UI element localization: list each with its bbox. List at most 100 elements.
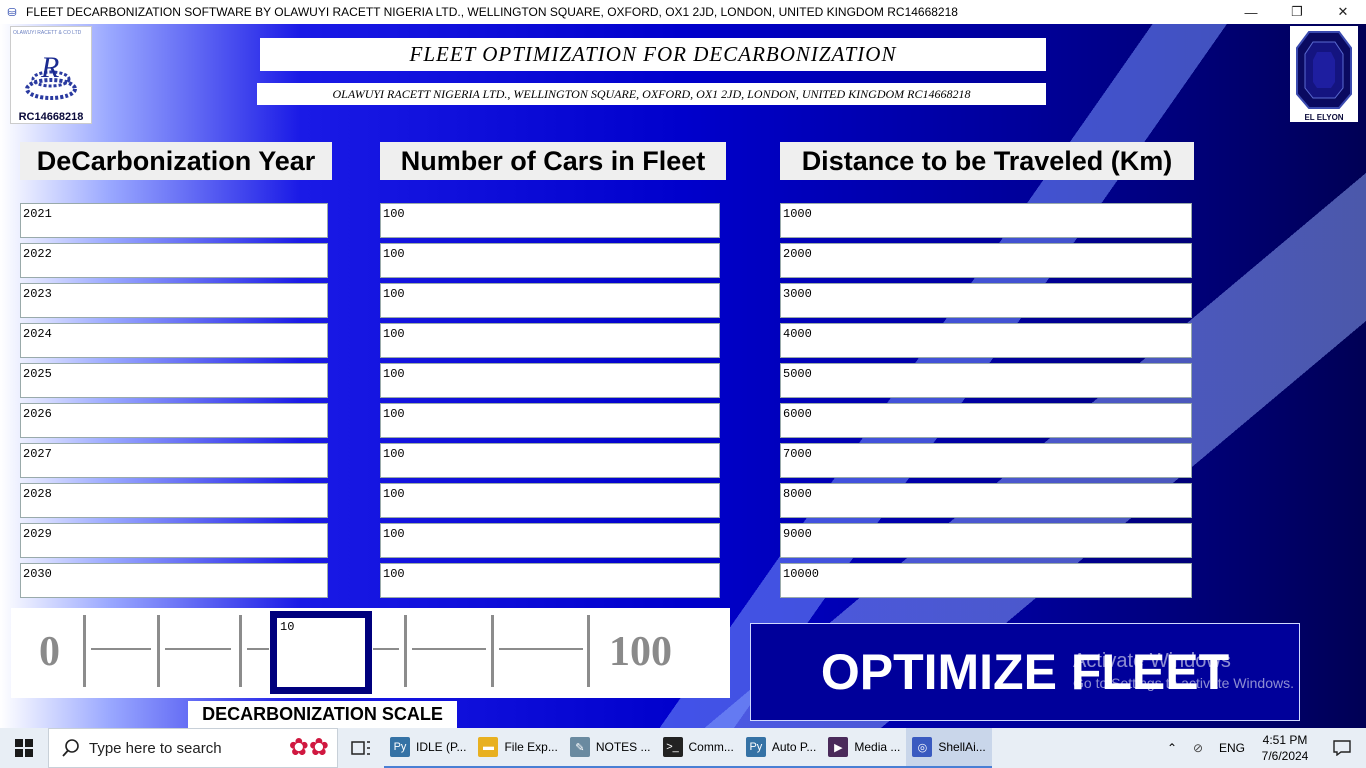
windows-logo-icon — [15, 739, 33, 757]
gem-logo-label: EL ELYON — [1304, 113, 1344, 122]
start-button[interactable] — [0, 728, 48, 768]
distance-input[interactable]: 10000 — [780, 563, 1192, 598]
taskbar-app-button[interactable]: >_ Comm... — [656, 728, 740, 768]
taskbar-app-label: Auto P... — [771, 740, 817, 754]
taskbar-app-button[interactable]: Py IDLE (P... — [384, 728, 473, 768]
cars-input[interactable]: 100 — [380, 483, 720, 518]
year-input[interactable]: 2028 — [20, 483, 328, 518]
app-logo-icon: ⛁ — [7, 6, 17, 19]
taskbar-app-button[interactable]: Py Auto P... — [739, 728, 823, 768]
maximize-button[interactable]: ❐ — [1274, 0, 1320, 24]
cars-input[interactable]: 100 — [380, 283, 720, 318]
taskbar-app-label: Comm... — [688, 740, 734, 754]
cars-input[interactable]: 100 — [380, 243, 720, 278]
window-titlebar: ⛁ FLEET DECARBONIZATION SOFTWARE BY OLAW… — [0, 0, 1366, 24]
taskbar-search[interactable]: Type here to search ✿✿ — [48, 728, 338, 768]
clock[interactable]: 4:51 PM 7/6/2024 — [1252, 732, 1318, 764]
notifications-button[interactable] — [1318, 728, 1366, 768]
year-input[interactable]: 2024 — [20, 323, 328, 358]
year-input[interactable]: 2026 — [20, 403, 328, 438]
year-input[interactable]: 2021 — [20, 203, 328, 238]
scale-line — [165, 648, 231, 650]
company-logo-label: RC14668218 — [18, 111, 84, 123]
scale-line — [91, 648, 151, 650]
media-player-icon: ▶ — [828, 737, 849, 757]
terminal-icon: >_ — [662, 737, 683, 757]
scale-caption: DECARBONIZATION SCALE — [188, 701, 457, 728]
cars-input[interactable]: 100 — [380, 363, 720, 398]
python-idle-icon: Py — [390, 737, 410, 757]
year-input[interactable]: 2025 — [20, 363, 328, 398]
year-input[interactable]: 2027 — [20, 443, 328, 478]
taskbar-app-button[interactable]: ✎ NOTES ... — [563, 728, 657, 768]
distance-input[interactable]: 3000 — [780, 283, 1192, 318]
company-logo-text: OLAWUYI RACETT & CO LTD — [13, 30, 82, 36]
scale-line — [412, 648, 486, 650]
scale-tick — [404, 615, 407, 687]
gem-logo: EL ELYON — [1290, 26, 1358, 122]
window-title: FLEET DECARBONIZATION SOFTWARE BY OLAWUY… — [26, 5, 958, 19]
folder-icon: ▬ — [478, 737, 499, 757]
cars-input[interactable]: 100 — [380, 443, 720, 478]
distance-input[interactable]: 5000 — [780, 363, 1192, 398]
notification-icon — [1333, 740, 1351, 756]
taskbar-app-button[interactable]: ▬ File Exp... — [472, 728, 564, 768]
scale-tick — [587, 615, 590, 687]
distance-input[interactable]: 2000 — [780, 243, 1192, 278]
sapphire-gem-icon — [1296, 31, 1352, 109]
scale-line — [499, 648, 583, 650]
crown-r-icon: R — [25, 51, 77, 100]
company-logo: OLAWUYI RACETT & CO LTD R RC14668218 — [10, 26, 92, 124]
scale-tick — [491, 615, 494, 687]
watermark-title: Activate Windows — [1073, 650, 1231, 672]
scale-tick — [157, 615, 160, 687]
cars-input[interactable]: 100 — [380, 203, 720, 238]
scale-max-label: 100 — [609, 629, 672, 675]
language-button[interactable]: ENG — [1212, 728, 1252, 768]
roses-icon: ✿✿ — [288, 734, 329, 761]
cars-input[interactable]: 100 — [380, 323, 720, 358]
distance-input[interactable]: 7000 — [780, 443, 1192, 478]
tray-overflow-button[interactable]: ⌃ — [1160, 728, 1184, 768]
year-input[interactable]: 2023 — [20, 283, 328, 318]
close-button[interactable]: ✕ — [1320, 0, 1366, 24]
minimize-button[interactable]: — — [1228, 0, 1274, 24]
taskbar-app-button[interactable]: ▶ Media ... — [822, 728, 907, 768]
scale-value-input[interactable]: 10 — [270, 611, 372, 694]
distance-input[interactable]: 9000 — [780, 523, 1192, 558]
system-tray: ⌃ ⊘ ENG 4:51 PM 7/6/2024 — [1160, 728, 1366, 768]
scale-min-label: 0 — [39, 629, 60, 675]
cars-input[interactable]: 100 — [380, 563, 720, 598]
watermark-subtitle: Go to Settings to activate Windows. — [1073, 675, 1294, 691]
activation-watermark: Activate Windows Go to Settings to activ… — [1073, 650, 1294, 694]
header: OLAWUYI RACETT & CO LTD R RC14668218 FLE… — [0, 24, 1366, 124]
distance-input[interactable]: 6000 — [780, 403, 1192, 438]
python-icon: Py — [745, 737, 766, 757]
distance-column-header: Distance to be Traveled (Km) — [780, 142, 1194, 180]
notes-icon: ✎ — [569, 737, 590, 757]
taskbar-apps: Py IDLE (P... ▬ File Exp... ✎ NOTES ... >_ Comm… — [384, 728, 992, 768]
year-input[interactable]: 2030 — [20, 563, 328, 598]
decarbonization-scale: 0 10 100 — [11, 608, 730, 698]
distance-input[interactable]: 4000 — [780, 323, 1192, 358]
shellai-icon: ◎ — [912, 737, 933, 757]
taskbar-app-label: NOTES ... — [595, 740, 651, 754]
taskbar-app-label: ShellAi... — [938, 740, 986, 754]
distance-input[interactable]: 8000 — [780, 483, 1192, 518]
year-column-header: DeCarbonization Year — [20, 142, 332, 180]
taskbar-app-button[interactable]: ◎ ShellAi... — [906, 728, 992, 768]
chevron-up-icon: ⌃ — [1166, 741, 1178, 755]
cars-input[interactable]: 100 — [380, 523, 720, 558]
search-icon — [62, 739, 79, 757]
year-input[interactable]: 2029 — [20, 523, 328, 558]
task-view-button[interactable] — [338, 728, 384, 768]
scale-tick — [239, 615, 242, 687]
year-input[interactable]: 2022 — [20, 243, 328, 278]
cars-column-header: Number of Cars in Fleet — [380, 142, 726, 180]
scale-line — [373, 648, 399, 650]
network-button[interactable]: ⊘ — [1184, 728, 1212, 768]
distance-input[interactable]: 1000 — [780, 203, 1192, 238]
taskbar-app-label: File Exp... — [504, 740, 558, 754]
cars-input[interactable]: 100 — [380, 403, 720, 438]
taskbar-app-label: IDLE (P... — [416, 740, 467, 754]
